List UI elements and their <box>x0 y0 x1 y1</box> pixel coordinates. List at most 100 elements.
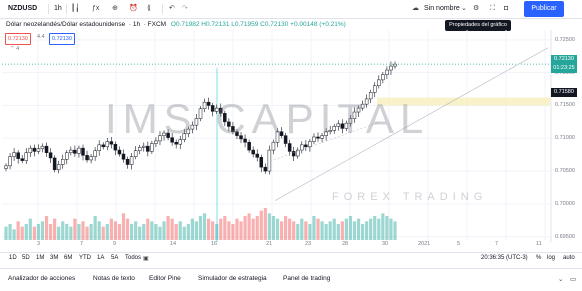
volume-bar <box>40 221 45 240</box>
bottom-tab[interactable]: Panel de trading <box>283 275 330 282</box>
redo-icon[interactable]: ↷ <box>182 0 188 18</box>
range-button[interactable]: YTD <box>79 255 91 261</box>
volume-bar <box>113 221 118 240</box>
volume-bar <box>393 221 397 240</box>
go-to-date-icon[interactable]: ▣ <box>143 255 149 262</box>
volume-bar <box>178 221 182 240</box>
volume-bar <box>312 216 316 240</box>
candle-body <box>77 147 81 154</box>
volume-bar <box>279 221 284 240</box>
fullscreen-icon[interactable]: ⛶ <box>490 0 495 18</box>
price-axis-label: 0.70000 <box>555 200 575 207</box>
price-axis-label: 0.71000 <box>555 135 575 142</box>
volume-bar <box>57 226 61 240</box>
camera-icon[interactable]: ◘ <box>504 0 508 18</box>
volume-bar <box>162 221 166 240</box>
time-axis-label: 21 <box>266 241 273 247</box>
volume-bar <box>365 221 369 240</box>
candle-body <box>142 145 146 148</box>
log-toggle[interactable]: log <box>547 255 555 261</box>
range-button[interactable]: Todos <box>125 255 141 261</box>
volume-bar <box>288 218 292 240</box>
candle-body <box>65 152 69 160</box>
layout-name[interactable]: Sin nombre <box>424 0 460 18</box>
publish-button[interactable]: Publicar <box>524 1 564 17</box>
volume-bar <box>356 218 361 240</box>
volume-bar <box>190 218 194 240</box>
symbol-search[interactable]: NZDUSD <box>8 0 37 18</box>
compare-icon[interactable]: ⊕ <box>112 0 118 18</box>
chart-style-icon[interactable]: ┃╽ <box>71 0 79 18</box>
clock-time[interactable]: 20:36:35 (UTC-3) <box>481 255 528 261</box>
bottom-panel-tabs: Analizador de acciones Notas de texto Edit… <box>0 268 582 291</box>
time-axis-label: 2021 <box>418 241 431 247</box>
volume-bar <box>308 224 312 240</box>
candle-body <box>89 156 93 161</box>
range-button[interactable]: 5D <box>22 255 30 261</box>
volume-bar <box>348 216 353 240</box>
collapse-legend-icon[interactable]: ⌃ 4 <box>10 46 19 52</box>
candle-body <box>85 155 89 161</box>
cloud-save-icon[interactable]: ☁ <box>412 0 419 18</box>
bar-countdown-tag: 01:23:25 <box>551 64 577 73</box>
volume-bar <box>65 224 69 240</box>
candle-body <box>304 144 308 148</box>
replay-icon[interactable]: ⟪ <box>147 0 151 18</box>
range-button[interactable]: 3M <box>50 255 58 261</box>
candle-body <box>271 141 276 151</box>
volume-bar <box>28 218 32 240</box>
volume-bar <box>101 226 105 240</box>
interval-button[interactable]: 1h <box>54 0 62 18</box>
volume-bar <box>89 224 93 240</box>
maximize-panel-icon[interactable]: ▭ <box>570 275 576 283</box>
bottom-tab[interactable]: Notas de texto <box>93 275 135 282</box>
volume-bar <box>69 226 73 240</box>
bottom-tab[interactable]: Simulador de estrategia <box>198 275 267 282</box>
candle-body <box>36 148 41 152</box>
candle-body <box>381 74 385 81</box>
range-button[interactable]: 5A <box>111 255 118 261</box>
ask-price-box[interactable]: 0.72130 <box>49 33 75 45</box>
candle-body <box>296 149 300 157</box>
time-axis-label: 7 <box>495 241 499 247</box>
indicators-icon[interactable]: ƒx <box>92 0 99 18</box>
time-axis-label: 16 <box>211 241 218 247</box>
time-axis[interactable]: 3 7 9 14 16 21 23 28 30 2021 5 7 11 <box>0 241 551 250</box>
candle-body <box>150 143 154 152</box>
price-axis-label: 0.70500 <box>555 168 575 175</box>
volume-bar <box>170 218 174 240</box>
undo-icon[interactable]: ↶ <box>169 0 175 18</box>
chart-properties-gear-icon[interactable]: ⚙ <box>473 0 479 18</box>
toolbar-divider <box>48 4 49 14</box>
candle-body <box>20 158 24 161</box>
range-button[interactable]: 1A <box>97 255 104 261</box>
percent-toggle[interactable]: % <box>536 255 541 261</box>
legend-marker: 4 <box>16 46 20 52</box>
volume-bar <box>219 218 223 240</box>
candle-body <box>12 152 16 157</box>
candle-body <box>121 153 126 160</box>
bottom-tab[interactable]: Analizador de acciones <box>8 275 75 282</box>
time-axis-label: 30 <box>382 241 389 247</box>
range-button[interactable]: 1M <box>36 255 44 261</box>
volume-bar <box>263 208 267 240</box>
range-button[interactable]: 6M <box>64 255 72 261</box>
chevron-down-icon[interactable]: ⌄ <box>558 275 563 283</box>
volume-bar <box>227 221 231 240</box>
volume-bar <box>267 213 271 240</box>
volume-bar <box>85 226 89 240</box>
volume-bar <box>109 218 113 240</box>
chevron-down-icon[interactable]: ⌄ <box>461 0 467 18</box>
auto-toggle[interactable]: auto <box>563 255 575 261</box>
bottom-tab[interactable]: Editor Pine <box>149 275 181 282</box>
alert-icon[interactable]: ⏰ <box>129 0 138 18</box>
bid-price-box[interactable]: 0.72130 <box>5 33 31 45</box>
range-button[interactable]: 1D <box>9 255 17 261</box>
volume-bar <box>105 224 109 240</box>
volume-bar <box>130 224 134 240</box>
volume-bar <box>4 226 8 240</box>
volume-bar <box>150 221 154 240</box>
spread-value: 4.4 <box>37 34 45 40</box>
volume-bar <box>194 221 199 240</box>
volume-bar <box>332 218 336 240</box>
